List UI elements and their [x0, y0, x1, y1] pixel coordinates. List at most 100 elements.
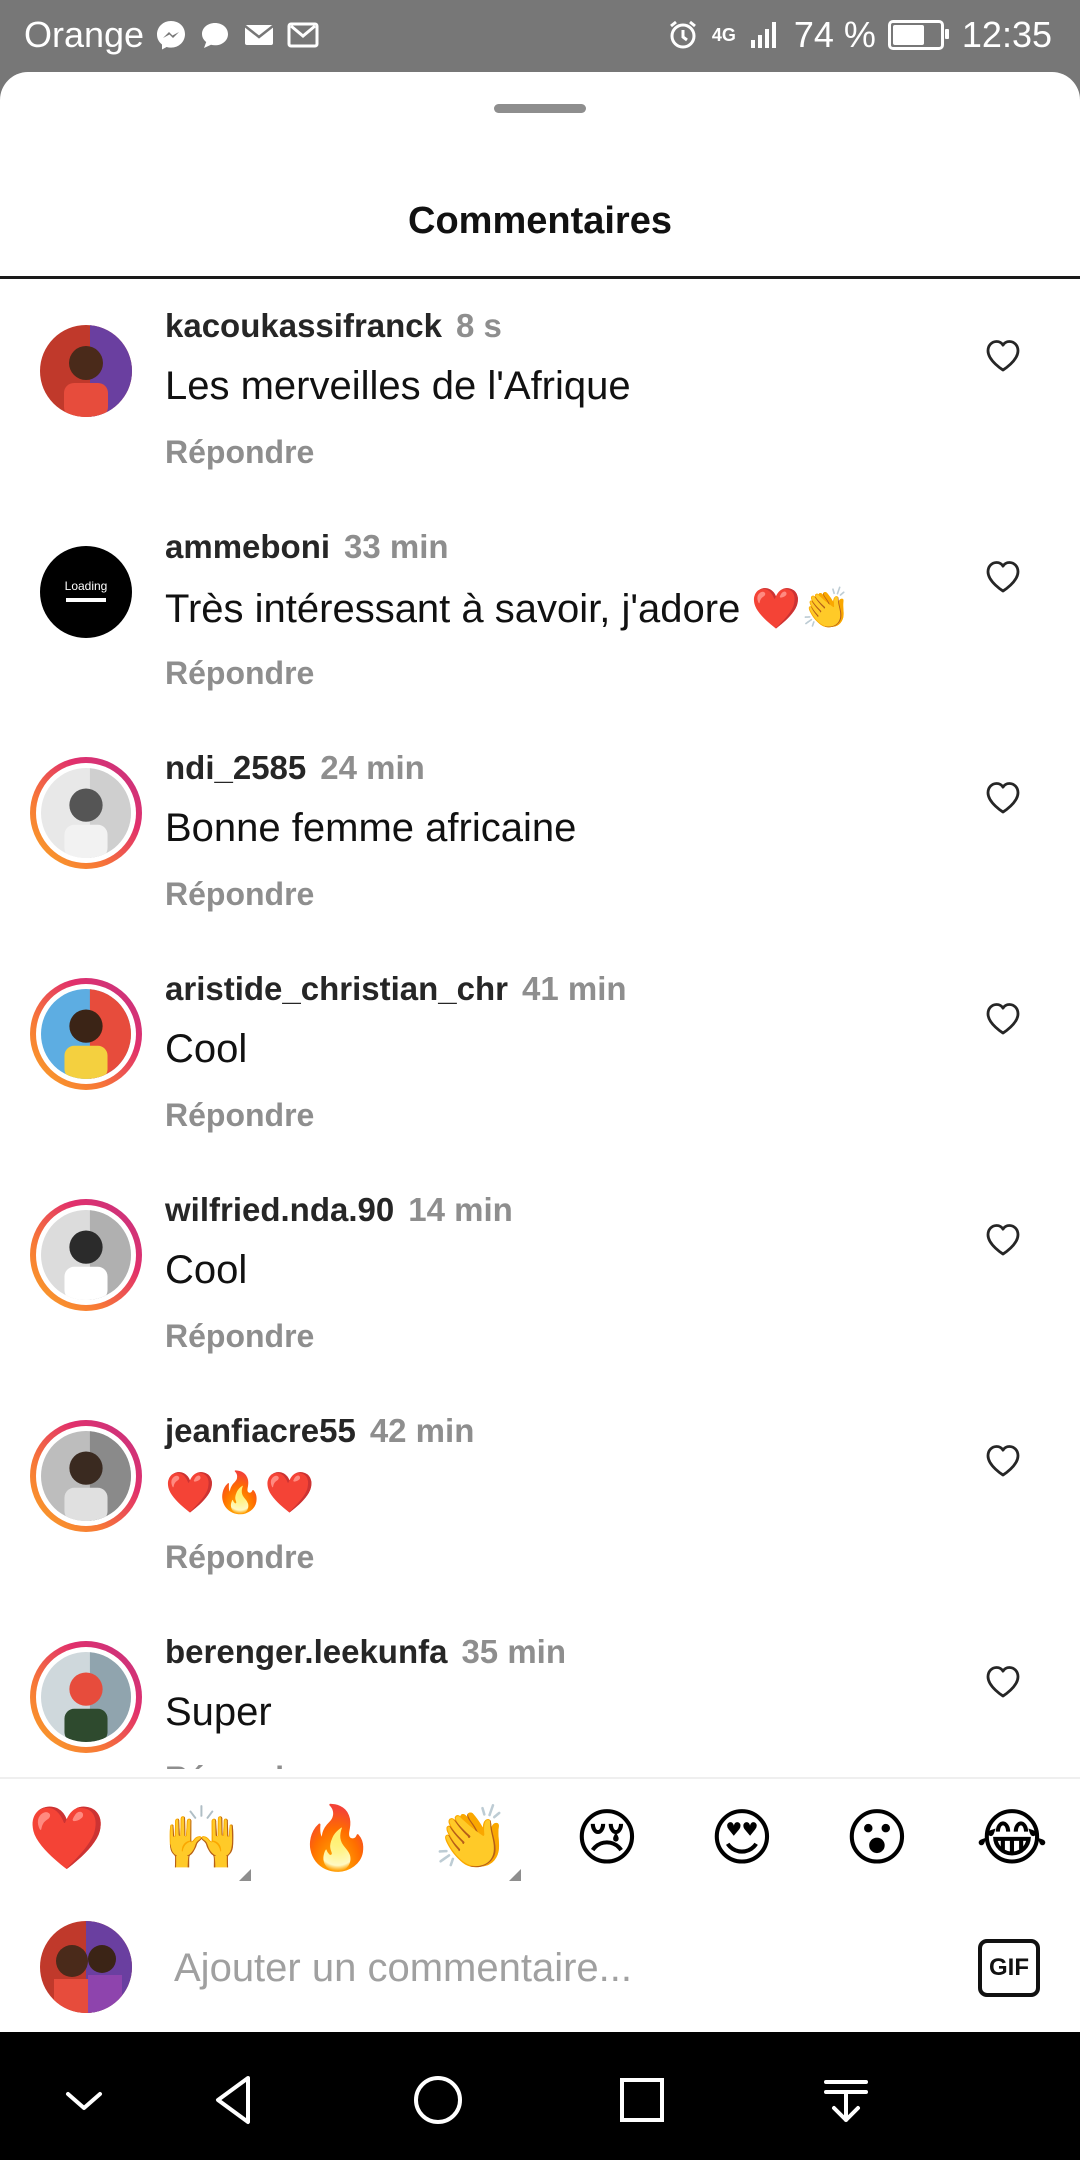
avatar-image — [41, 1431, 131, 1521]
comment-text: Super — [165, 1690, 272, 1734]
comment-item: Loading ammeboni 33 min Très intéressant à … — [0, 500, 1080, 721]
quick-reactions-bar: ❤️ 🙌 🔥 👏 😢 😍 😮 😂 — [0, 1777, 1080, 1903]
fire-emoji[interactable]: 🔥 — [292, 1801, 382, 1877]
comment-list[interactable]: kacoukassifranck 8 s Les merveilles de l'A… — [0, 279, 1080, 1769]
username-link[interactable]: kacoukassifranck — [165, 307, 442, 344]
heart-icon[interactable] — [980, 331, 1026, 377]
avatar[interactable] — [40, 1921, 132, 2013]
reply-button[interactable]: Répondre — [165, 655, 314, 692]
signal-icon — [748, 18, 782, 52]
sheet-grabber[interactable] — [494, 104, 586, 113]
messenger-icon — [154, 18, 188, 52]
skin-tone-indicator — [239, 1869, 251, 1881]
avatar[interactable] — [30, 757, 142, 869]
comment-text: ❤️🔥❤️ — [165, 1471, 315, 1515]
avatar-image — [41, 1210, 131, 1300]
comment-input[interactable] — [172, 1929, 936, 2007]
heart-icon[interactable] — [980, 1436, 1026, 1482]
reply-button[interactable]: Répondre — [165, 434, 314, 471]
reply-button[interactable]: Répondre — [165, 1539, 314, 1576]
comment-timestamp: 42 min — [369, 1412, 475, 1449]
comment-text: Très intéressant à savoir, j'adore ❤️👏 — [165, 587, 852, 631]
comment-meta: wilfried.nda.90 14 min — [165, 1191, 513, 1229]
comment-meta: ammeboni 33 min — [165, 528, 449, 566]
avatar[interactable] — [30, 978, 142, 1090]
heart-eyes-emoji[interactable]: 😍 — [697, 1801, 787, 1877]
username-link[interactable]: jeanfiacre55 — [165, 1412, 356, 1449]
mail-icon — [242, 18, 276, 52]
comment-item: kacoukassifranck 8 s Les merveilles de l'A… — [0, 279, 1080, 500]
red-heart-emoji[interactable]: ❤️ — [22, 1801, 112, 1877]
back-icon[interactable] — [204, 2070, 264, 2130]
comment-meta: jeanfiacre55 42 min — [165, 1412, 474, 1450]
crying-face-emoji[interactable]: 😢 — [562, 1801, 652, 1877]
username-link[interactable]: ndi_2585 — [165, 749, 306, 786]
comment-item: aristide_christian_chr 41 min Cool Répondre — [0, 942, 1080, 1163]
comment-timestamp: 35 min — [461, 1633, 566, 1670]
comment-item: jeanfiacre55 42 min ❤️🔥❤️ Répondre — [0, 1384, 1080, 1605]
clock: 12:35 — [961, 14, 1052, 55]
raising-hands-emoji[interactable]: 🙌 — [157, 1801, 251, 1881]
home-icon[interactable] — [408, 2070, 468, 2130]
avatar-image — [41, 1652, 131, 1742]
comment-meta: berenger.leekunfa 35 min — [165, 1633, 566, 1671]
username-link[interactable]: aristide_christian_chr — [165, 970, 508, 1007]
tears-of-joy-emoji[interactable]: 😂 — [967, 1801, 1057, 1877]
avatar[interactable]: Loading — [30, 536, 142, 648]
avatar[interactable] — [30, 1641, 142, 1753]
comment-meta: ndi_2585 24 min — [165, 749, 425, 787]
username-link[interactable]: ammeboni — [165, 528, 330, 565]
comment-meta: kacoukassifranck 8 s — [165, 307, 502, 345]
system-nav-bar — [0, 2032, 1080, 2160]
surprised-face-emoji[interactable]: 😮 — [832, 1801, 922, 1877]
comments-sheet: Commentaires kacoukassifranck 8 s Les merv… — [0, 72, 1080, 2032]
avatar-image — [40, 325, 132, 417]
gif-button[interactable]: GIF — [978, 1939, 1040, 1997]
network-label: 4G — [711, 24, 736, 45]
chat-icon — [198, 18, 232, 52]
reply-button[interactable]: Répondre — [165, 1097, 314, 1134]
recents-icon[interactable] — [612, 2070, 672, 2130]
download-icon[interactable] — [816, 2070, 876, 2130]
comment-meta: aristide_christian_chr 41 min — [165, 970, 627, 1008]
avatar-text: Loading — [65, 579, 108, 593]
avatar[interactable] — [30, 1199, 142, 1311]
avatar-image: Loading — [40, 546, 132, 638]
avatar-ring-gap — [36, 1647, 136, 1747]
comment-timestamp: 33 min — [344, 528, 449, 565]
heart-icon[interactable] — [980, 552, 1026, 598]
username-link[interactable]: berenger.leekunfa — [165, 1633, 447, 1670]
gmail-icon — [286, 18, 320, 52]
reply-button[interactable]: Répondre — [165, 1760, 314, 1769]
avatar-image — [41, 989, 131, 1079]
comment-composer: GIF — [0, 1899, 1080, 2032]
avatar[interactable] — [30, 315, 142, 427]
battery-percent: 74 % — [793, 14, 876, 55]
clapping-hands-emoji[interactable]: 👏 — [427, 1801, 521, 1881]
comment-item: ndi_2585 24 min Bonne femme africaine Répon… — [0, 721, 1080, 942]
avatar[interactable] — [30, 1420, 142, 1532]
comment-text: Cool — [165, 1027, 248, 1071]
comment-timestamp: 41 min — [522, 970, 627, 1007]
heart-icon[interactable] — [980, 1657, 1026, 1703]
avatar-ring-gap — [36, 1426, 136, 1526]
comment-text: Bonne femme africaine — [165, 806, 577, 850]
heart-icon[interactable] — [980, 994, 1026, 1040]
reply-button[interactable]: Répondre — [165, 876, 314, 913]
reply-button[interactable]: Répondre — [165, 1318, 314, 1355]
username-link[interactable]: wilfried.nda.90 — [165, 1191, 394, 1228]
comment-timestamp: 8 s — [456, 307, 502, 344]
avatar-ring-gap — [36, 984, 136, 1084]
chevron-down-icon[interactable] — [54, 2070, 114, 2130]
avatar-ring-gap — [36, 763, 136, 863]
comment-timestamp: 24 min — [320, 749, 425, 786]
comment-text: Cool — [165, 1248, 248, 1292]
comment-item: berenger.leekunfa 35 min Super Répondre — [0, 1605, 1080, 1769]
avatar-ring-gap: Loading — [30, 536, 142, 648]
heart-icon[interactable] — [980, 1215, 1026, 1261]
avatar-ring-gap — [36, 1205, 136, 1305]
alarm-icon — [666, 18, 700, 52]
status-bar: Orange 4G 74 % 12:35 — [0, 0, 1080, 72]
avatar-ring-gap — [30, 315, 142, 427]
heart-icon[interactable] — [980, 773, 1026, 819]
